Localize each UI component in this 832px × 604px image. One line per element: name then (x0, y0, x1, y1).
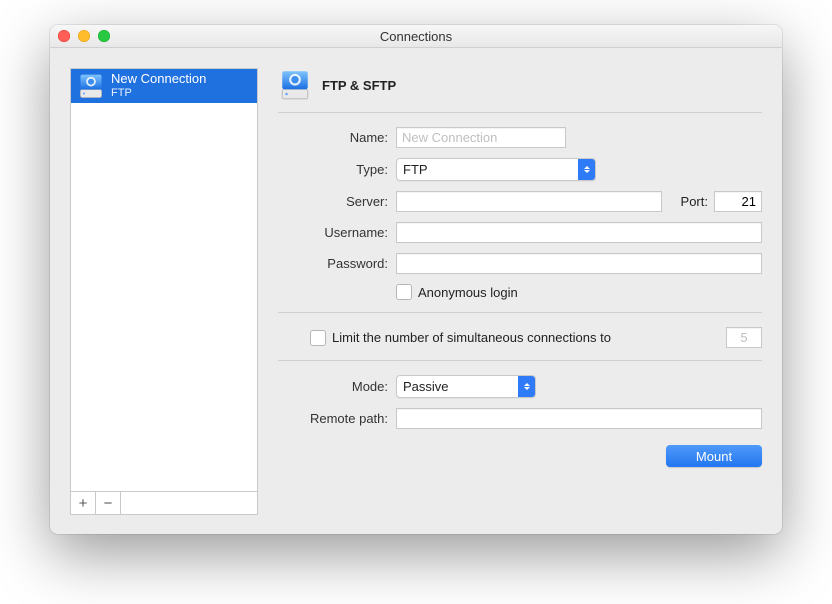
connections-window: Connections (50, 25, 782, 534)
select-arrows-icon (578, 159, 595, 180)
password-field[interactable] (396, 253, 762, 274)
server-label: Server: (278, 194, 396, 209)
detail-panel: FTP & SFTP Name: Type: FTP Server: Port: (278, 68, 762, 515)
remote-path-label: Remote path: (278, 411, 396, 426)
mode-label: Mode: (278, 379, 396, 394)
list-item[interactable]: New Connection FTP (71, 69, 257, 103)
username-field[interactable] (396, 222, 762, 243)
mode-select[interactable]: Passive (396, 375, 536, 398)
password-label: Password: (278, 256, 396, 271)
list-item-subtitle: FTP (111, 87, 206, 100)
remove-connection-button[interactable]: − (96, 492, 121, 514)
anonymous-label: Anonymous login (418, 285, 518, 300)
limit-label: Limit the number of simultaneous connect… (332, 330, 611, 345)
window-controls (58, 30, 110, 42)
server-field[interactable] (396, 191, 662, 212)
connection-drive-icon (77, 72, 105, 100)
zoom-icon[interactable] (98, 30, 110, 42)
name-field[interactable] (396, 127, 566, 148)
limit-value-field (726, 327, 762, 348)
window-title: Connections (380, 29, 452, 44)
add-connection-button[interactable]: + (71, 492, 96, 514)
type-select[interactable]: FTP (396, 158, 596, 181)
anonymous-checkbox[interactable] (396, 284, 412, 300)
divider (278, 360, 762, 361)
minimize-icon[interactable] (78, 30, 90, 42)
mount-button[interactable]: Mount (666, 445, 762, 467)
section-header: FTP & SFTP (278, 68, 762, 113)
close-icon[interactable] (58, 30, 70, 42)
connection-list[interactable]: New Connection FTP (70, 68, 258, 491)
window-body: New Connection FTP + − (50, 48, 782, 534)
sidebar: New Connection FTP + − (70, 68, 258, 515)
username-label: Username: (278, 225, 396, 240)
section-title: FTP & SFTP (322, 78, 396, 93)
limit-checkbox[interactable] (310, 330, 326, 346)
titlebar: Connections (50, 25, 782, 48)
name-label: Name: (278, 130, 396, 145)
port-field[interactable] (714, 191, 762, 212)
mode-select-value: Passive (403, 379, 449, 394)
port-label: Port: (662, 194, 714, 209)
type-select-value: FTP (403, 162, 428, 177)
list-item-text: New Connection FTP (111, 72, 206, 100)
type-label: Type: (278, 162, 396, 177)
divider (278, 312, 762, 313)
ftp-drive-icon (278, 68, 312, 102)
remote-path-field[interactable] (396, 408, 762, 429)
sidebar-toolbar: + − (70, 491, 258, 515)
list-item-title: New Connection (111, 72, 206, 87)
select-arrows-icon (518, 376, 535, 397)
